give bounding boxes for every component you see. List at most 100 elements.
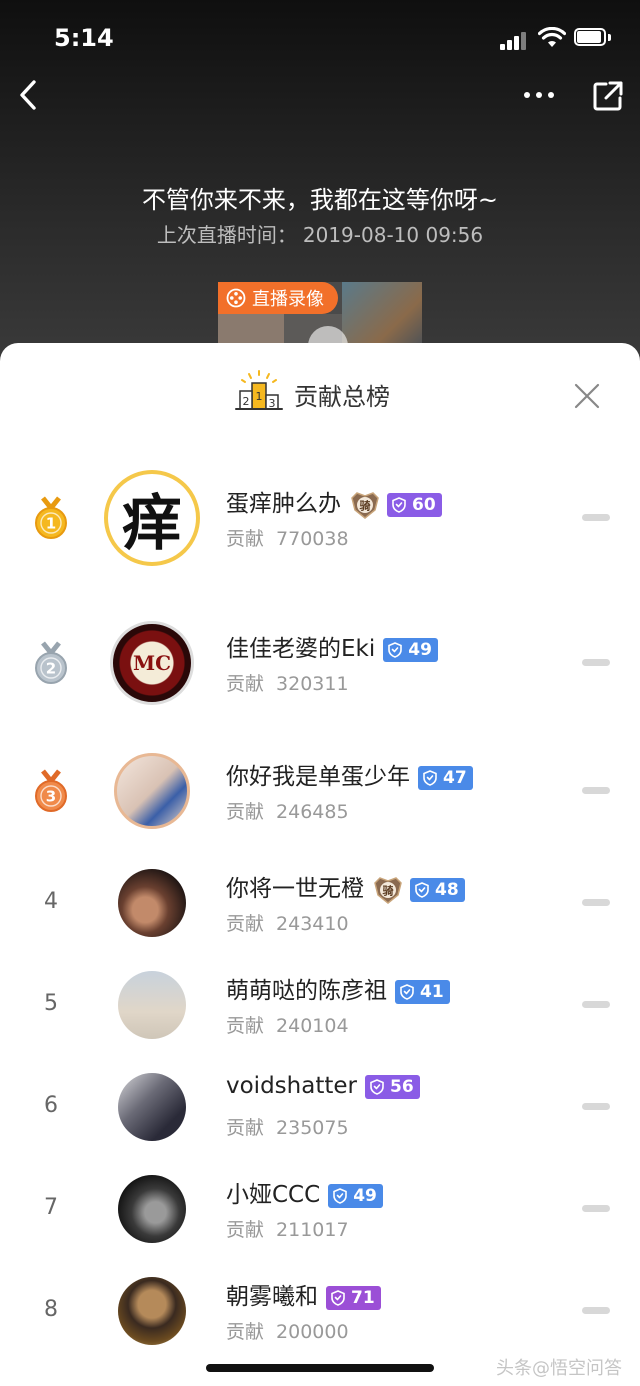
home-indicator — [206, 1364, 434, 1372]
replay-badge[interactable]: 直播录像 — [218, 282, 338, 314]
level-badge: 56 — [364, 1074, 420, 1099]
contribution-score: 贡献 770038 — [226, 524, 349, 551]
knight-badge-text: 骑 — [360, 498, 371, 512]
rank-change-indicator — [582, 1205, 610, 1212]
user-name-text: 朝雾曦和 — [226, 1284, 318, 1310]
user-badges: 56 — [364, 1074, 420, 1099]
contribution-value: 243410 — [276, 913, 349, 935]
level-number: 48 — [435, 879, 459, 900]
medal-rank-number: 1 — [46, 515, 56, 533]
podium-icon: 1 2 3 — [235, 370, 283, 410]
user-badges: 49 — [383, 637, 438, 662]
rank-change-indicator — [582, 659, 610, 666]
user-name: 萌萌哒的陈彦祖 41 — [226, 971, 450, 1005]
contribution-score: 贡献 246485 — [226, 797, 349, 824]
shield-icon — [415, 881, 429, 898]
rank-change-indicator — [582, 899, 610, 906]
user-badges: 骑 60 — [349, 490, 442, 520]
avatar[interactable] — [118, 1073, 186, 1141]
ranking-row[interactable]: 4 你将一世无橙 骑 48 贡献 243410 — [0, 848, 640, 958]
rank-number: 7 — [44, 1195, 58, 1220]
avatar[interactable] — [118, 1175, 186, 1243]
status-bar: 5:14 — [0, 0, 640, 80]
medal-gold-icon: 1 — [35, 496, 67, 539]
sheet-title: 贡献总榜 — [294, 383, 390, 411]
user-name-text: 佳佳老婆的Eki — [226, 636, 376, 662]
watermark: 头条@悟空问答 — [496, 1358, 622, 1379]
ranking-row[interactable]: 7 小娅CCC 49 贡献 211017 — [0, 1154, 640, 1264]
user-name: 小娅CCC 49 — [226, 1175, 383, 1209]
shield-icon — [392, 496, 406, 513]
level-badge: 71 — [326, 1285, 381, 1310]
user-name-text: 小娅CCC — [226, 1182, 321, 1208]
level-badge: 60 — [387, 492, 442, 517]
avatar[interactable]: 痒 — [104, 470, 200, 566]
avatar[interactable] — [118, 869, 186, 937]
medal-rank-number: 2 — [46, 660, 56, 678]
user-name-text: voidshatter — [226, 1073, 357, 1099]
user-name: 佳佳老婆的Eki 49 — [226, 629, 438, 663]
rank-change-indicator — [582, 1103, 610, 1110]
level-badge: 47 — [418, 765, 473, 790]
medal-silver-icon: 2 — [35, 641, 67, 684]
ranking-row[interactable]: 2 MC 佳佳老婆的Eki 49 贡献 320311 — [0, 603, 640, 713]
contribution-label: 贡献 — [226, 1219, 265, 1241]
film-reel-icon — [226, 288, 246, 308]
contribution-label: 贡献 — [226, 801, 265, 823]
level-number: 49 — [353, 1185, 377, 1206]
knight-badge-text: 骑 — [383, 883, 394, 897]
user-name: voidshatter 56 — [226, 1073, 420, 1099]
level-badge: 49 — [328, 1183, 383, 1208]
user-name: 朝雾曦和 71 — [226, 1277, 381, 1311]
contribution-value: 246485 — [276, 801, 349, 823]
last-live-label: 上次直播时间： — [156, 223, 297, 247]
share-icon[interactable] — [592, 80, 624, 112]
rank-number: 6 — [44, 1093, 58, 1118]
medal-bronze-icon: 3 — [35, 769, 67, 812]
level-number: 47 — [443, 767, 467, 788]
contribution-value: 240104 — [276, 1015, 349, 1037]
contribution-label: 贡献 — [226, 913, 265, 935]
contribution-score: 贡献 200000 — [226, 1317, 349, 1344]
ranking-row[interactable]: 6 voidshatter 56 贡献 235075 — [0, 1052, 640, 1162]
contribution-value: 200000 — [276, 1321, 349, 1343]
contribution-label: 贡献 — [226, 528, 265, 550]
ranking-row[interactable]: 8 朝雾曦和 71 贡献 200000 — [0, 1256, 640, 1366]
last-live-value: 2019-08-10 09:56 — [302, 223, 484, 247]
replay-badge-label: 直播录像 — [252, 289, 324, 310]
cellular-signal-icon — [500, 30, 528, 50]
level-number: 41 — [420, 981, 444, 1002]
contribution-score: 贡献 235075 — [226, 1113, 349, 1140]
shield-icon — [333, 1187, 347, 1204]
user-badges: 47 — [418, 765, 473, 790]
contribution-value: 211017 — [276, 1219, 349, 1241]
avatar[interactable] — [114, 753, 190, 829]
svg-text:2: 2 — [243, 395, 250, 408]
shield-icon — [388, 641, 403, 658]
close-icon[interactable] — [574, 383, 600, 409]
contribution-score: 贡献 243410 — [226, 909, 349, 936]
rank-change-indicator — [582, 787, 610, 794]
ranking-row[interactable]: 5 萌萌哒的陈彦祖 41 贡献 240104 — [0, 950, 640, 1060]
rank-number: 4 — [44, 889, 58, 914]
svg-text:1: 1 — [256, 390, 263, 403]
contribution-label: 贡献 — [226, 1321, 265, 1343]
ranking-row[interactable]: 3 你好我是单蛋少年 47 贡献 246485 — [0, 731, 640, 841]
rank-change-indicator — [582, 1307, 610, 1314]
shield-icon — [400, 983, 414, 1000]
avatar[interactable] — [118, 971, 186, 1039]
user-badges: 骑 48 — [372, 875, 465, 905]
more-options-icon[interactable] — [524, 92, 556, 100]
back-icon[interactable] — [14, 78, 44, 112]
level-number: 49 — [408, 639, 432, 660]
level-badge: 49 — [383, 637, 438, 662]
last-live-time: 上次直播时间： 2019-08-10 09:56 — [0, 219, 640, 248]
user-name: 你好我是单蛋少年 47 — [226, 757, 473, 791]
level-badge: 41 — [395, 979, 450, 1004]
ranking-row[interactable]: 1 痒 蛋痒肿么办 骑 60 贡献 770038 — [0, 458, 640, 568]
avatar[interactable]: MC — [110, 621, 194, 705]
contribution-score: 贡献 320311 — [226, 669, 349, 696]
rank-number: 8 — [44, 1297, 58, 1322]
contribution-label: 贡献 — [226, 1015, 265, 1037]
avatar[interactable] — [118, 1277, 186, 1345]
